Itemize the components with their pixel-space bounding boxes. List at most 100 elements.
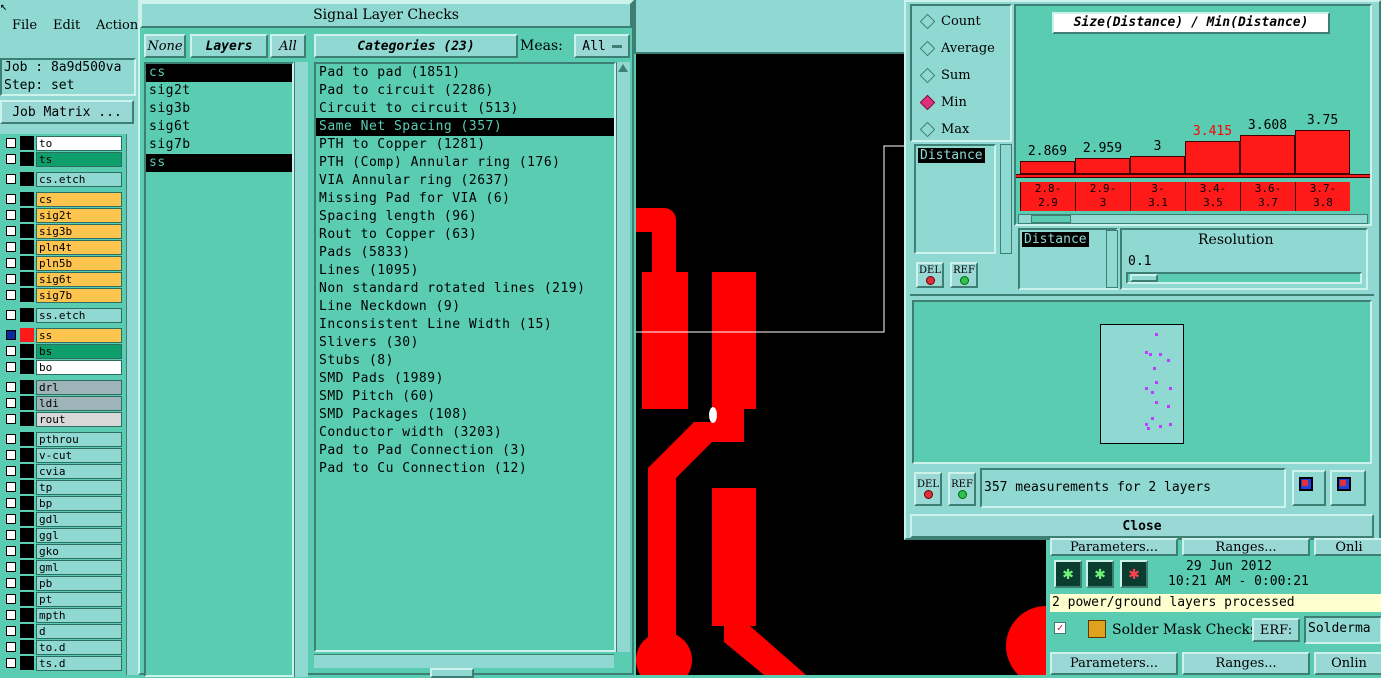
category-item[interactable]: Pad to circuit (2286) [316,82,614,100]
layer-checkbox[interactable] [6,594,16,604]
meas-dropdown[interactable]: All [574,34,630,58]
category-item[interactable]: VIA Annular ring (2637) [316,172,614,190]
layer-row[interactable]: ts [4,151,122,167]
layer-row[interactable]: gdl [4,511,122,527]
job-matrix-button[interactable]: Job Matrix ... [0,100,134,124]
bottom-button-row[interactable] [430,668,474,678]
online-button[interactable]: Onli [1314,538,1381,556]
layer-checkbox[interactable] [6,466,16,476]
attribute-scrollbar[interactable] [1000,144,1012,254]
layer-row[interactable]: gko [4,543,122,559]
layer-checkbox[interactable] [6,482,16,492]
ranges-button-2[interactable]: Ranges... [1182,652,1310,675]
category-item[interactable]: SMD Packages (108) [316,406,614,424]
layer-checkbox[interactable] [6,258,16,268]
layer-checkbox[interactable] [6,626,16,636]
layer-checkbox[interactable] [6,450,16,460]
histogram-scroll-thumb[interactable] [1031,215,1071,223]
layer-row[interactable]: gml [4,559,122,575]
del-button-2[interactable]: DEL [914,472,942,506]
histogram-bar[interactable] [1020,161,1075,174]
mode-option-count[interactable]: Count [919,12,981,30]
layer-row[interactable]: cvia [4,463,122,479]
histogram-hscrollbar[interactable] [1018,214,1368,224]
menu-file[interactable]: File [12,18,37,33]
layer-checkbox[interactable] [6,194,16,204]
layer-checkbox[interactable] [6,210,16,220]
category-item[interactable]: Missing Pad for VIA (6) [316,190,614,208]
ranges-button[interactable]: Ranges... [1182,538,1310,556]
category-item[interactable]: Pad to pad (1851) [316,64,614,82]
layer-checkbox[interactable] [6,578,16,588]
layers-listbox[interactable]: cs sig2t sig3b sig6t sig7b ss [144,62,294,677]
layer-row[interactable]: bo [4,359,122,375]
zoom-to-selection-button[interactable] [1292,470,1326,506]
layer-row[interactable]: d [4,623,122,639]
none-button[interactable]: None [144,34,186,58]
layer-row[interactable]: pt [4,591,122,607]
layer-row[interactable]: bp [4,495,122,511]
category-item[interactable]: Stubs (8) [316,352,614,370]
layer-list-item[interactable]: sig7b [146,136,292,154]
layer-checkbox[interactable] [6,562,16,572]
layer-row[interactable]: v-cut [4,447,122,463]
categories-vscrollbar[interactable] [616,62,630,652]
layers-scrollbar[interactable] [294,62,308,677]
layer-checkbox[interactable] [6,398,16,408]
layer-checkbox[interactable] [6,362,16,372]
layer-row[interactable]: ts.d [4,655,122,671]
layer-list-item[interactable]: sig6t [146,118,292,136]
layer-row[interactable]: to.d [4,639,122,655]
layer-row[interactable]: mpth [4,607,122,623]
parameters-button[interactable]: Parameters... [1050,538,1178,556]
layer-row[interactable]: pthrou [4,431,122,447]
layer-row[interactable]: pln4t [4,239,122,255]
layer-checkbox[interactable] [6,434,16,444]
category-item[interactable]: Slivers (30) [316,334,614,352]
layer-checkbox[interactable] [6,610,16,620]
parameters-button-2[interactable]: Parameters... [1050,652,1178,675]
layer-row[interactable]: tp [4,479,122,495]
category-item[interactable]: Lines (1095) [316,262,614,280]
layer-checkbox[interactable] [6,330,16,340]
category-item[interactable]: Line Neckdown (9) [316,298,614,316]
layer-list-item[interactable]: sig2t [146,82,292,100]
histogram-bar[interactable] [1240,135,1295,174]
layer-row[interactable]: ss.etch [4,307,122,323]
category-item[interactable]: Spacing length (96) [316,208,614,226]
check-enable-checkbox[interactable]: ✓ [1054,622,1066,634]
layer-list-item[interactable]: ss [146,154,292,172]
resolution-slider-thumb[interactable] [1130,274,1158,282]
histogram-bar[interactable] [1075,158,1130,174]
layer-list-item[interactable]: cs [146,64,292,82]
layer-row[interactable]: ldi [4,395,122,411]
layer-row[interactable]: drl [4,379,122,395]
menu-action[interactable]: Action [96,18,138,33]
layer-scrollbar[interactable] [126,134,136,675]
layer-row[interactable]: ss [4,327,122,343]
category-item[interactable]: Conductor width (3203) [316,424,614,442]
layer-checkbox[interactable] [6,310,16,320]
layer-row[interactable]: sig6t [4,271,122,287]
erf-field[interactable]: Solderma [1304,616,1381,644]
menu-edit[interactable]: Edit [53,18,80,33]
category-item[interactable]: SMD Pads (1989) [316,370,614,388]
layer-checkbox[interactable] [6,154,16,164]
histogram-bar[interactable] [1185,141,1240,174]
layer-row[interactable]: sig2t [4,207,122,223]
attribute-item-distance[interactable]: Distance [918,148,985,163]
layer-row[interactable]: cs.etch [4,171,122,187]
layer-row[interactable]: pln5b [4,255,122,271]
layer-checkbox[interactable] [6,242,16,252]
layer-row[interactable]: sig7b [4,287,122,303]
mode-option-max[interactable]: Max [919,120,969,138]
mode-option-min[interactable]: Min [919,93,967,111]
category-item[interactable]: Rout to Copper (63) [316,226,614,244]
layer-checkbox[interactable] [6,226,16,236]
categories-hscrollbar[interactable] [314,654,614,668]
online-button-2[interactable]: Onlin [1314,652,1381,675]
layer-row[interactable]: ggl [4,527,122,543]
layer-checkbox[interactable] [6,138,16,148]
layer-checkbox[interactable] [6,346,16,356]
layer-row[interactable]: sig3b [4,223,122,239]
